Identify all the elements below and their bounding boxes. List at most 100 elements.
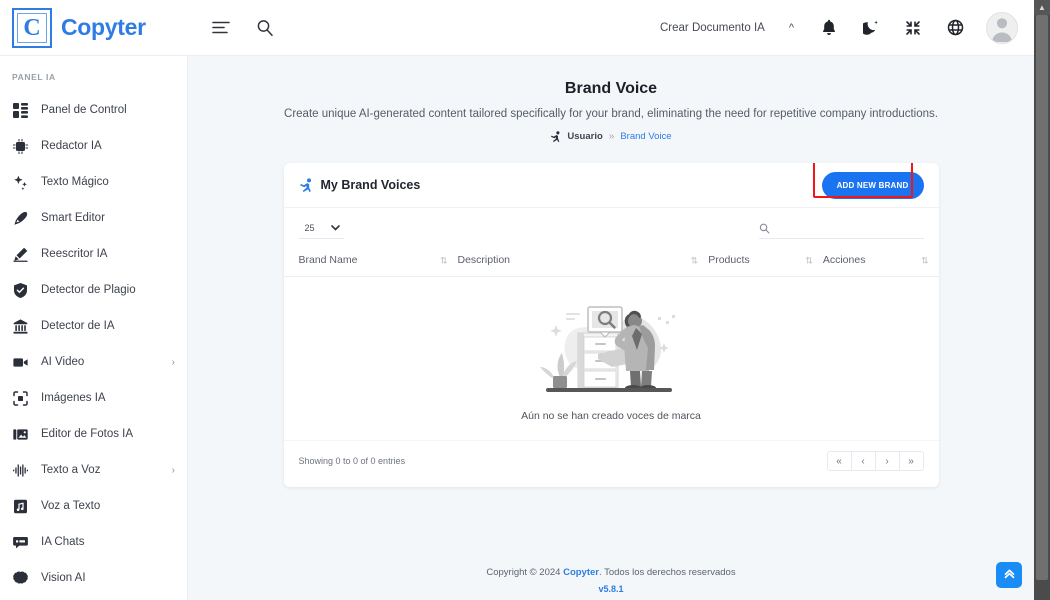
column-label: Acciones	[822, 254, 866, 266]
next-page-button[interactable]: ›	[874, 451, 900, 471]
prev-page-button[interactable]: ‹	[850, 451, 876, 471]
table-controls: 25	[284, 208, 939, 245]
column-header-brand-name[interactable]: Brand Name ⇅	[283, 245, 458, 277]
photo-edit-icon	[12, 426, 29, 443]
chat-icon	[12, 534, 29, 551]
sidebar-item-label: Redactor IA	[41, 140, 102, 152]
hamburger-icon[interactable]	[210, 17, 232, 39]
brand-name: Copyter	[61, 14, 146, 40]
pagination: « ‹ › »	[826, 451, 924, 471]
chevron-up-icon[interactable]: ^	[785, 22, 798, 34]
browser-vertical-scrollbar[interactable]: ▲	[1034, 0, 1050, 600]
shield-icon	[12, 282, 29, 299]
table-body: Aún no se han creado voces de marca	[284, 277, 939, 441]
sort-icon[interactable]: ⇅	[440, 255, 448, 266]
sidebar-item-label: Texto Mágico	[41, 176, 109, 188]
sidebar-item-voz-a-texto[interactable]: Voz a Texto	[0, 488, 187, 524]
table-empty-row: Aún no se han creado voces de marca	[284, 277, 939, 441]
scrollbar-thumb[interactable]	[1036, 15, 1048, 580]
add-new-brand-button[interactable]: ADD NEW BRAND	[821, 171, 924, 199]
brand-voices-card: My Brand Voices ADD NEW BRAND 25 Brand N…	[283, 163, 939, 487]
brand-logo-area[interactable]: C Copyter	[0, 7, 188, 48]
sort-icon[interactable]: ⇅	[805, 255, 813, 266]
sidebar-item-label: Voz a Texto	[41, 500, 101, 512]
sidebar-item-redactor-ia[interactable]: Redactor IA	[0, 128, 187, 164]
add-brand-area: ADD NEW BRAND	[812, 163, 924, 199]
sidebar-item-label: Vision AI	[41, 572, 86, 584]
sidebar-item-detector-de-plagio[interactable]: Detector de Plagio	[0, 272, 187, 308]
column-header-products[interactable]: Products ⇅	[708, 245, 823, 277]
moon-icon[interactable]	[860, 17, 882, 39]
bell-icon[interactable]	[818, 17, 840, 39]
sidebar-item-texto-a-voz[interactable]: Texto a Voz ›	[0, 452, 187, 488]
user-avatar[interactable]	[986, 11, 1018, 44]
column-header-description[interactable]: Description ⇅	[457, 245, 709, 277]
column-label: Brand Name	[298, 254, 358, 266]
copyright-prefix: Copyright © 2024	[486, 567, 564, 578]
chevron-down-icon	[330, 223, 340, 233]
page-footer: Copyright © 2024 Copyter. Todos los dere…	[188, 555, 1034, 594]
main-content: Brand Voice Create unique AI-generated c…	[188, 56, 1034, 600]
sidebar-item-reescritor-ia[interactable]: Reescritor IA	[0, 236, 187, 272]
pencil-icon	[12, 246, 29, 263]
column-label: Products	[708, 254, 750, 266]
breadcrumb-current[interactable]: Brand Voice	[620, 131, 671, 142]
header-left-icons	[210, 17, 276, 39]
sort-icon[interactable]: ⇅	[691, 255, 699, 266]
pen-icon	[12, 210, 29, 227]
table-footer: Showing 0 to 0 of 0 entries « ‹ › »	[283, 440, 939, 487]
table-search-area	[758, 221, 924, 239]
body-row: PANEL IA Panel de Control Redactor IA Te…	[0, 56, 1034, 600]
sidebar-item-detector-de-ia[interactable]: Detector de IA	[0, 308, 187, 344]
video-icon	[12, 354, 29, 371]
column-header-acciones[interactable]: Acciones ⇅	[822, 245, 939, 277]
last-page-button[interactable]: »	[898, 451, 924, 471]
fullscreen-icon[interactable]	[902, 17, 924, 39]
audio-file-icon	[12, 498, 29, 515]
sidebar-item-label: Imágenes IA	[41, 392, 106, 404]
sidebar-item-label: IA Chats	[41, 536, 85, 548]
sidebar-item-panel-de-control[interactable]: Panel de Control	[0, 92, 187, 128]
chevron-right-icon: ›	[171, 356, 175, 368]
sidebar-item-label: Editor de Fotos IA	[41, 428, 134, 440]
sort-icon[interactable]: ⇅	[921, 255, 929, 266]
sidebar: PANEL IA Panel de Control Redactor IA Te…	[0, 56, 188, 600]
breadcrumb: Usuario » Brand Voice	[188, 131, 1034, 142]
search-icon[interactable]	[254, 17, 276, 39]
brand-voices-table: Brand Name ⇅ Description ⇅ Products ⇅ Ac…	[283, 245, 939, 441]
sidebar-item-label: Detector de IA	[41, 320, 115, 332]
card-title: My Brand Voices	[320, 178, 421, 192]
sidebar-item-editor-de-fotos-ia[interactable]: Editor de Fotos IA	[0, 416, 187, 452]
brain-icon	[12, 570, 29, 587]
sidebar-item-texto-magico[interactable]: Texto Mágico	[0, 164, 187, 200]
page-length-value: 25	[304, 223, 315, 233]
page-length-select[interactable]: 25	[298, 220, 344, 239]
sidebar-item-label: Texto a Voz	[41, 464, 101, 476]
create-document-button[interactable]: Crear Documento IA	[660, 22, 765, 34]
scrollbar-up-arrow[interactable]: ▲	[1034, 0, 1050, 15]
breadcrumb-separator: »	[608, 131, 615, 142]
sidebar-item-label: Panel de Control	[41, 104, 127, 116]
sidebar-item-vision-ai[interactable]: Vision AI	[0, 560, 187, 596]
table-search-input[interactable]	[776, 222, 924, 234]
app-root: C Copyter Crear Documento IA ^ PANEL IA …	[0, 0, 1050, 600]
chevron-right-icon: ›	[171, 464, 175, 476]
image-frame-icon	[12, 390, 29, 407]
scroll-to-top-button[interactable]	[996, 562, 1022, 588]
empty-state: Aún no se han creado voces de marca	[284, 277, 939, 440]
logo-letter: C	[23, 14, 41, 41]
footer-brand[interactable]: Copyter	[563, 567, 599, 578]
sidebar-item-imagenes-ia[interactable]: Imágenes IA	[0, 380, 187, 416]
sidebar-item-ia-chats[interactable]: IA Chats	[0, 524, 187, 560]
first-page-button[interactable]: «	[826, 451, 852, 471]
table-header-row: Brand Name ⇅ Description ⇅ Products ⇅ Ac…	[283, 245, 939, 277]
ai-chip-icon	[12, 138, 29, 155]
logo-icon: C	[12, 7, 52, 48]
top-header: C Copyter Crear Documento IA ^	[0, 0, 1034, 56]
globe-icon[interactable]	[944, 17, 966, 39]
sidebar-item-ai-video[interactable]: AI Video ›	[0, 344, 187, 380]
sidebar-item-smart-editor[interactable]: Smart Editor	[0, 200, 187, 236]
sidebar-section-title: PANEL IA	[12, 72, 56, 82]
copyright-line: Copyright © 2024 Copyter. Todos los dere…	[188, 567, 1034, 578]
breadcrumb-root[interactable]: Usuario	[567, 131, 602, 142]
